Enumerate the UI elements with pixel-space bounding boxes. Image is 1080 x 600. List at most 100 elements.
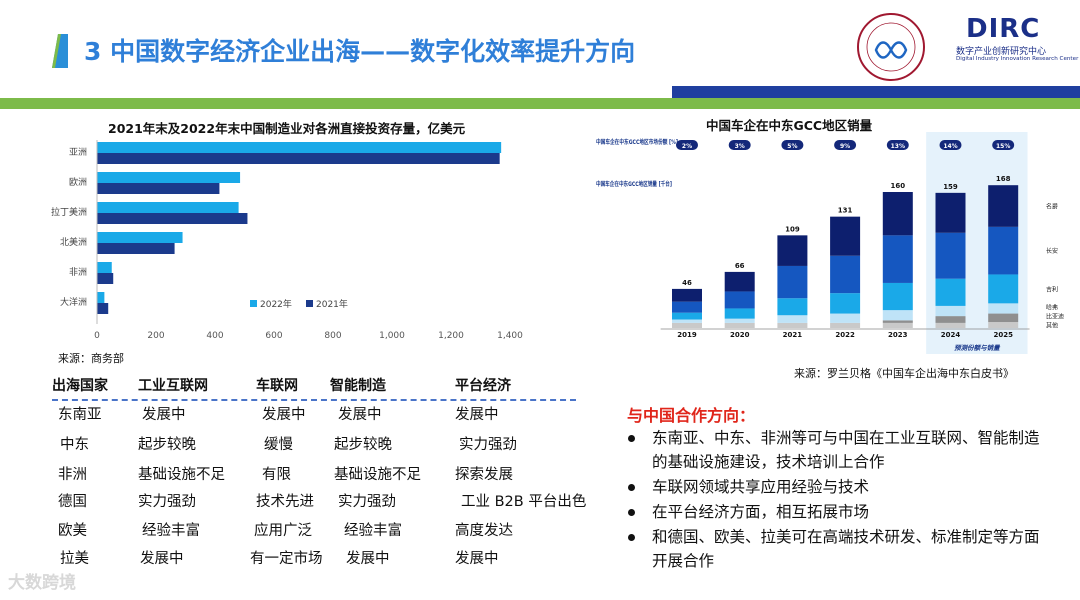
segment-比亚迪 [935,316,966,323]
legend-swatch [306,300,313,307]
share-label: 3% [735,143,745,150]
cooperation-title: 与中国合作方向： [627,406,756,425]
bar-2022年 [97,142,502,153]
bar-2021年 [97,273,114,284]
table-cell: 高度发达 [455,523,513,539]
bullet-icon [628,534,635,541]
table-cell: 实力强劲 [138,494,196,510]
legend-swatch [250,300,257,307]
table-cell: 有限 [262,467,291,483]
table-cell: 起步较晚 [334,437,392,453]
table-cell: 发展中 [455,551,499,567]
total-label: 131 [838,207,853,215]
cooperation-item: 在平台经济方面，相互拓展市场 [626,500,1046,524]
table-cell: 发展中 [142,407,186,423]
x-tick-label: 1,400 [497,331,523,341]
table-cell: 起步较晚 [138,437,196,453]
bar-2021年 [97,153,500,164]
table-cell: 实力强劲 [338,494,396,510]
segment-名爵 [830,216,861,256]
gcc-stacked-bar-chart: 中国车企在中东GCC地区市场份额 [%] 中国车企在中东GCC地区销量 [千台] 2… [596,132,1064,354]
forecast-label: 预测份额与销量 [954,344,1001,352]
segment-吉利 [777,298,808,316]
x-tick-label: 800 [324,331,341,341]
segment-其他 [830,322,861,328]
segment-哈弗 [672,319,702,323]
bar-2021年 [97,213,248,224]
share-label: 13% [891,143,905,150]
table-header-country: 出海国家 [52,378,108,394]
bar-2022年 [97,202,239,213]
segment-名爵 [882,192,913,236]
segment-其他 [882,322,913,328]
x-tick-label: 2023 [888,331,908,339]
table-cell: 基础设施不足 [138,467,225,483]
x-tick-label: 2022 [835,331,855,339]
legend-label: 比亚迪 [1046,313,1064,321]
segment-哈弗 [724,318,755,323]
cooperation-item: 和德国、欧美、拉美可在高端技术研发、标准制定等方面开展合作 [626,525,1046,573]
table-cell: 应用广泛 [254,523,312,539]
table-country-cell: 德国 [58,494,87,510]
share-label: 15% [996,143,1010,150]
legend-label: 2021年 [316,298,348,310]
cooperation-item: 车联网领域共享应用经验与技术 [626,475,1046,499]
bullet-icon [628,509,635,516]
table-header-smart-manufacturing: 智能制造 [330,378,386,394]
segment-长安 [935,232,966,279]
table-country-cell: 中东 [60,437,89,453]
table-country-cell: 欧美 [58,523,87,539]
table-cell: 缓慢 [264,437,293,453]
table-cell: 发展中 [338,407,382,423]
share-label: 2% [682,143,692,150]
bar-2022年 [97,172,241,183]
y-tick-label: 北美洲 [60,236,87,248]
header-divider-green [0,98,1080,109]
header-divider-blue [672,86,1080,98]
table-header-divider [52,399,576,401]
x-tick-label: 2024 [941,331,961,339]
bar-2021年 [97,303,109,314]
legend-label: 其他 [1046,322,1058,330]
table-cell: 经验丰富 [344,523,402,539]
segment-名爵 [724,271,755,292]
dirc-logo: DIRC [966,14,1041,44]
x-tick-label: 1,000 [379,331,405,341]
table-cell: 经验丰富 [142,523,200,539]
total-label: 66 [735,262,745,270]
title-accent-icon [52,34,68,68]
x-tick-label: 200 [147,331,164,341]
x-tick-label: 2020 [730,331,750,339]
cooperation-item: 东南亚、中东、非洲等可与中国在工业互联网、智能制造的基础设施建设，技术培训上合作 [626,426,1046,474]
y-tick-label: 拉丁美洲 [51,206,87,218]
segment-其他 [672,322,702,328]
table-cell: 探索发展 [455,467,513,483]
table-cell: 实力强劲 [459,437,517,453]
segment-名爵 [988,185,1019,227]
institute-seal-icon [857,13,925,81]
x-tick-label: 2019 [677,331,697,339]
segment-哈弗 [830,313,861,323]
segment-其他 [935,322,966,328]
bar-2022年 [97,232,183,243]
share-label: 5% [787,143,797,150]
segment-哈弗 [777,315,808,323]
share-row-label: 中国车企在中东GCC地区市场份额 [%] [596,138,678,146]
table-country-cell: 东南亚 [58,407,102,423]
investment-chart-title: 2021年末及2022年末中国制造业对各洲直接投资存量，亿美元 [108,121,466,136]
segment-长安 [672,301,702,313]
table-cell: 发展中 [140,551,184,567]
table-cell: 有一定市场 [250,551,323,567]
share-label: 14% [943,143,957,150]
segment-长安 [724,291,755,309]
segment-哈弗 [935,305,966,317]
bar-2021年 [97,243,175,254]
segment-长安 [830,255,861,294]
table-country-cell: 非洲 [58,467,87,483]
segment-名爵 [672,288,702,302]
legend-label: 名爵 [1046,203,1058,211]
table-cell: 发展中 [346,551,390,567]
bullet-icon [628,435,635,442]
total-label: 109 [785,225,800,233]
total-label: 46 [682,279,692,287]
